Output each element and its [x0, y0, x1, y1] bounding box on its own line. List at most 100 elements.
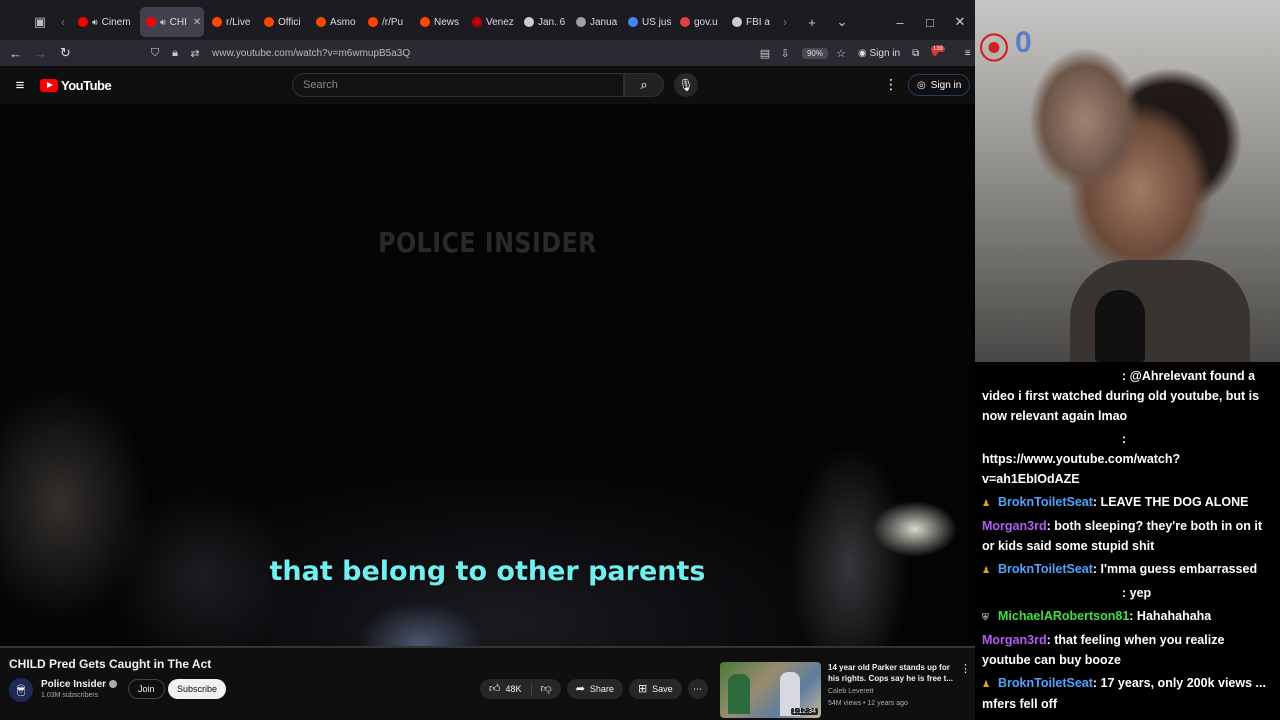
chat-username[interactable]: BroknToiletSeat: [998, 562, 1093, 576]
chat-text: : LEAVE THE DOG ALONE: [1092, 495, 1249, 509]
thumbs-down-icon: 👎︎: [540, 683, 552, 695]
back-icon[interactable]: ←: [3, 46, 28, 61]
tab-label: /r/Pu: [382, 16, 404, 28]
youtube-logo[interactable]: YouTube: [40, 78, 112, 93]
close-window-icon[interactable]: ✕: [945, 14, 975, 30]
voice-search-button[interactable]: 🎙︎: [674, 73, 698, 97]
subscriber-count: 1.03M subscribers: [41, 692, 99, 699]
recommended-channel[interactable]: Caleb Leverett: [828, 688, 874, 695]
close-tab-icon[interactable]: ✕: [193, 17, 201, 28]
tab-label: gov.u: [694, 16, 718, 28]
chat-username[interactable]: Morgan3rd: [982, 519, 1047, 533]
guide-menu-icon[interactable]: ≡: [0, 77, 40, 94]
browser-tab[interactable]: gov.u: [674, 7, 724, 37]
reload-icon[interactable]: ↻: [53, 45, 78, 61]
subscriber-badge-icon: ♟: [982, 565, 991, 575]
save-button[interactable]: ⊞ Save: [628, 679, 682, 699]
browser-tab[interactable]: 🔊︎ CHI ✕: [140, 7, 204, 37]
like-count: 48K: [505, 684, 522, 694]
tab-audio-icon[interactable]: 🔊︎: [92, 17, 98, 28]
new-tab-icon[interactable]: +: [797, 15, 827, 30]
forward-icon[interactable]: →: [28, 46, 53, 61]
tab-favicon-icon: [146, 17, 156, 27]
tab-favicon-icon: [576, 17, 586, 27]
video-title: CHILD Pred Gets Caught in The Act: [9, 657, 212, 671]
tab-favicon-icon: [368, 17, 378, 27]
browser-tab[interactable]: 🔊︎ Cinem: [72, 7, 138, 37]
extensions-icon[interactable]: ⧉: [912, 48, 919, 59]
browser-tab[interactable]: US jus: [622, 7, 672, 37]
download-icon[interactable]: ⇩: [778, 47, 792, 60]
subscribe-button[interactable]: Subscribe: [168, 679, 227, 699]
browser-tab[interactable]: Venez: [466, 7, 516, 37]
browser-tab[interactable]: FBI a: [726, 7, 776, 37]
reader-view-icon[interactable]: ▤: [758, 47, 772, 60]
channel-name[interactable]: Police Insider: [41, 679, 118, 690]
browser-tab[interactable]: Jan. 6: [518, 7, 568, 37]
tab-scroll-right-icon[interactable]: ›: [776, 15, 794, 29]
address-bar[interactable]: ⛉ 🔒︎ ⇄ www.youtube.com/watch?v=m6wmupB5a…: [148, 42, 848, 64]
share-label: Share: [589, 684, 614, 694]
minimize-icon[interactable]: –: [885, 15, 915, 30]
chat-username[interactable]: MichaelARobertson81: [998, 609, 1129, 623]
tab-label: CHI: [169, 16, 187, 28]
shield-icon[interactable]: ⛉: [148, 47, 162, 60]
youtube-signin-label: Sign in: [930, 79, 962, 91]
recommended-thumbnail[interactable]: 1:12:34: [720, 662, 821, 718]
video-duration: 1:12:34: [790, 708, 818, 715]
chat-message: ♟ BroknToiletSeat: LEAVE THE DOG ALONE: [982, 492, 1274, 513]
lock-icon[interactable]: 🔒︎: [168, 47, 182, 60]
video-actions: 👍︎ 48K 👎︎ ➦ Share ⊞ Save ⋯: [480, 679, 708, 699]
tab-label: FBI a: [746, 16, 770, 28]
share-button[interactable]: ➦ Share: [566, 679, 623, 699]
search-input[interactable]: Search: [292, 73, 624, 97]
browser-signin-label: Sign in: [869, 47, 901, 59]
tab-overview-icon[interactable]: ▣: [26, 8, 54, 36]
tab-list-icon[interactable]: ⌄: [827, 14, 857, 30]
browser-tab[interactable]: /r/Pu: [362, 7, 412, 37]
browser-signin-button[interactable]: ◉ Sign in: [858, 48, 900, 59]
zoom-level[interactable]: 90%: [801, 47, 828, 59]
search-button[interactable]: ⌕: [624, 73, 664, 97]
chat-username[interactable]: BroknToiletSeat: [998, 676, 1093, 690]
browser-tab[interactable]: Asmo: [310, 7, 360, 37]
channel-avatar[interactable]: 👮︎: [9, 678, 33, 702]
tab-audio-icon[interactable]: 🔊︎: [160, 17, 166, 28]
tab-label: Asmo: [330, 16, 356, 28]
youtube-signin-button[interactable]: ◎ Sign in: [908, 74, 971, 96]
chat-message: : @Ahrelevant found a video i first watc…: [982, 366, 1274, 426]
browser-tab[interactable]: Offici: [258, 7, 308, 37]
bookmark-star-icon[interactable]: ☆: [834, 47, 848, 60]
chat-username[interactable]: BroknToiletSeat: [998, 495, 1093, 509]
save-label: Save: [652, 684, 673, 694]
settings-kebab-icon[interactable]: ⋮: [884, 76, 898, 93]
chat-message: ⛨ MichaelARobertson81: Hahahahaha: [982, 606, 1274, 627]
permissions-icon[interactable]: ⇄: [188, 47, 202, 60]
tab-label: News: [434, 16, 460, 28]
tab-strip: 🔊︎ Cinem 🔊︎ CHI ✕ r/Live Offici Asmo/r/Pu News Ve…: [72, 7, 776, 37]
more-actions-button[interactable]: ⋯: [687, 679, 708, 699]
dislike-button[interactable]: 👎︎: [532, 679, 561, 699]
like-button[interactable]: 👍︎ 48K: [480, 679, 531, 699]
menu-icon[interactable]: ≡: [965, 48, 971, 59]
like-dislike-group: 👍︎ 48K 👎︎: [480, 679, 561, 699]
chat-message: ♟ BroknToiletSeat: 17 years, only 200k vi…: [982, 673, 1274, 714]
browser-tab[interactable]: Janua: [570, 7, 620, 37]
join-button[interactable]: Join: [128, 679, 165, 699]
browser-tab[interactable]: r/Live: [206, 7, 256, 37]
tab-label: Venez: [486, 16, 514, 28]
tab-favicon-icon: [316, 17, 326, 27]
browser-tab[interactable]: News: [414, 7, 464, 37]
chat-text: : I'mma guess embarrassed: [1092, 562, 1258, 576]
microphone-figure: [1095, 290, 1145, 362]
recommended-more-icon[interactable]: ⋮: [960, 662, 971, 675]
recommended-video[interactable]: 1:12:34 14 year old Parker stands up for…: [720, 662, 975, 718]
chat-username[interactable]: Morgan3rd: [982, 633, 1047, 647]
maximize-icon[interactable]: □: [915, 15, 945, 30]
url-text[interactable]: www.youtube.com/watch?v=m6wmupB5a3Q: [212, 48, 410, 59]
tab-scroll-left-icon[interactable]: ‹: [54, 15, 72, 29]
youtube-header: ≡ YouTube Search ⌕ 🎙︎ ⋮ ◎ Sign in: [0, 66, 975, 104]
video-player[interactable]: POLICE INSIDER that belong to other pare…: [0, 104, 975, 648]
recommended-title[interactable]: 14 year old Parker stands up for his rig…: [828, 662, 956, 684]
ublock-icon[interactable]: ⛊139: [930, 45, 953, 59]
